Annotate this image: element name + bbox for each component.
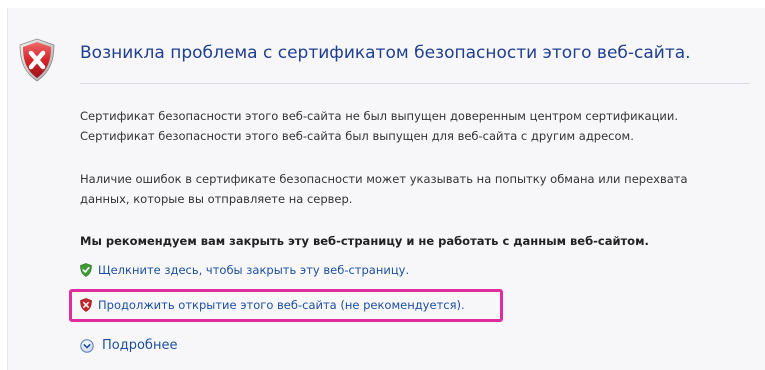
- certificate-issue-description: Сертификат безопасности этого веб-сайта …: [80, 106, 678, 146]
- close-page-link[interactable]: Щелкните здесь, чтобы закрыть эту веб-ст…: [80, 263, 409, 277]
- warning-line-1: Наличие ошибок в сертификате безопасност…: [80, 172, 688, 186]
- issue-line-untrusted-ca: Сертификат безопасности этого веб-сайта …: [80, 109, 679, 123]
- highlight-annotation: [69, 289, 503, 322]
- certificate-error-page: Возникла проблема с сертификатом безопас…: [0, 0, 765, 370]
- more-info-toggle[interactable]: Подробнее: [80, 338, 177, 353]
- chevron-down-circle-icon: [80, 338, 94, 353]
- issue-line-address-mismatch: Сертификат безопасности этого веб-сайта …: [80, 129, 634, 143]
- warning-line-2: данных, которые вы отправляете на сервер…: [80, 192, 353, 206]
- security-warning-description: Наличие ошибок в сертификате безопасност…: [80, 169, 688, 209]
- red-shield-x-icon: [19, 38, 55, 82]
- close-page-link-label[interactable]: Щелкните здесь, чтобы закрыть эту веб-ст…: [98, 263, 409, 277]
- header-divider: [80, 83, 750, 84]
- green-shield-check-icon: [80, 263, 92, 277]
- recommendation-text: Мы рекомендуем вам закрыть эту веб-стран…: [80, 234, 649, 248]
- page-title: Возникла проблема с сертификатом безопас…: [80, 43, 691, 63]
- more-info-label[interactable]: Подробнее: [102, 338, 177, 353]
